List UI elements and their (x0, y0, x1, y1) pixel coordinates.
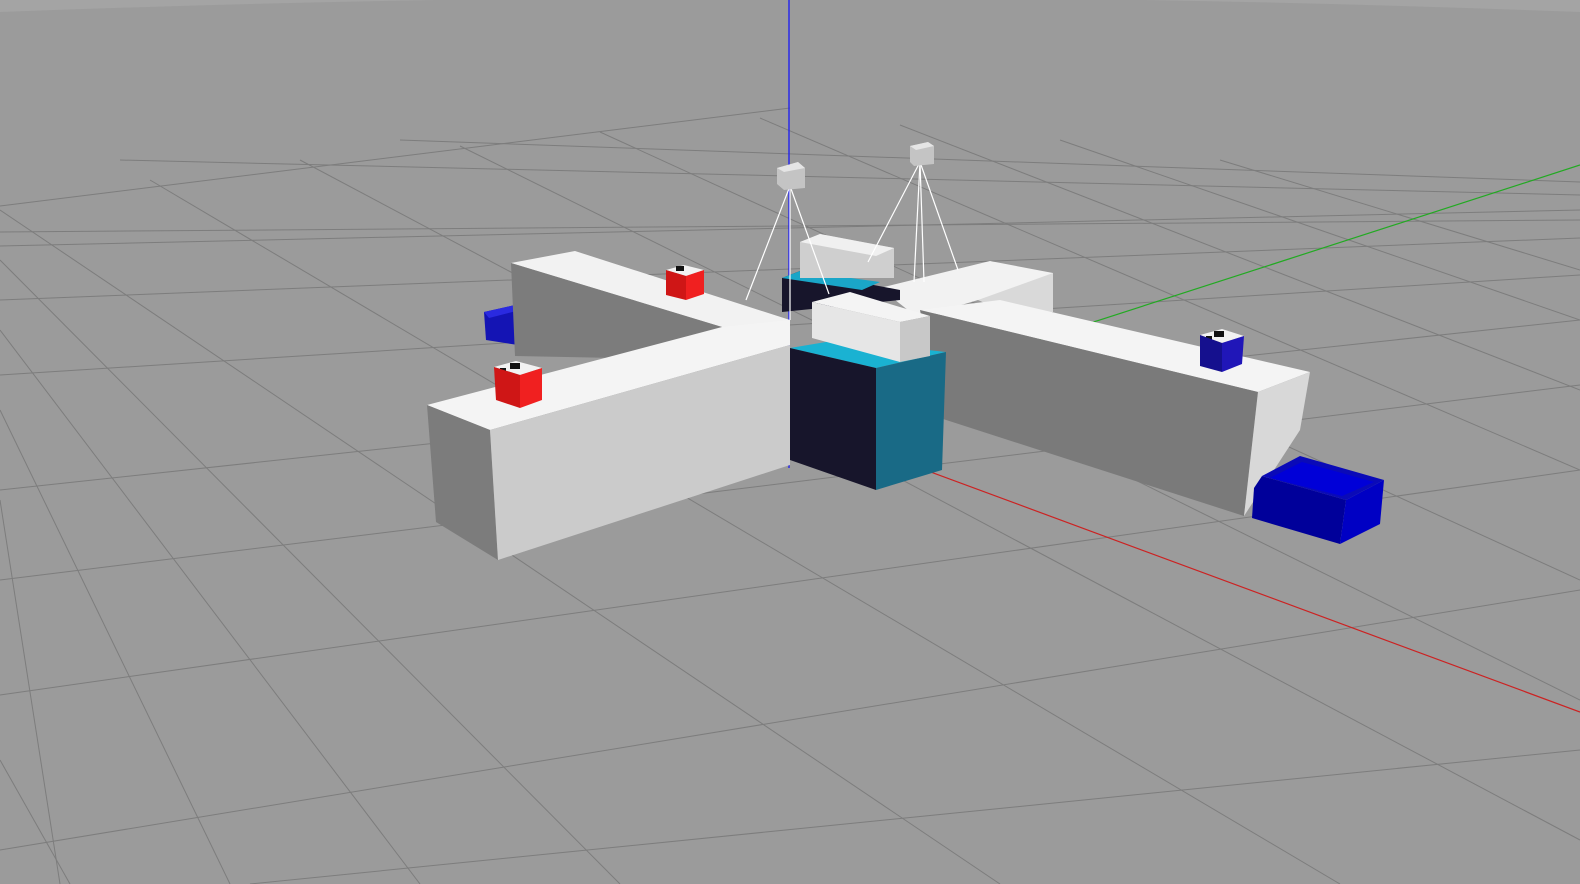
blue-cube[interactable] (1200, 329, 1244, 372)
red-cube-front[interactable] (494, 361, 542, 408)
horizon (0, 0, 1580, 12)
conveyor-right-arm[interactable] (920, 300, 1310, 516)
center-robot-base[interactable] (790, 340, 946, 490)
scene-canvas[interactable] (0, 0, 1580, 884)
overhead-camera-1[interactable] (777, 162, 805, 190)
3d-viewport[interactable] (0, 0, 1580, 884)
overhead-camera-2[interactable] (910, 142, 934, 166)
red-cube-back[interactable] (666, 265, 704, 300)
